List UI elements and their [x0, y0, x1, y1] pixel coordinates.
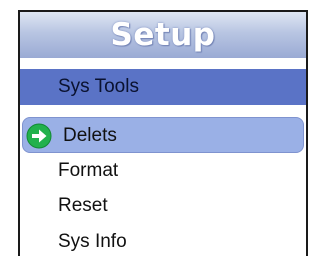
title-bar: Setup: [20, 12, 306, 58]
section-label: Sys Tools: [58, 76, 139, 97]
section-header: Sys Tools: [20, 69, 306, 105]
green-arrow-icon: [26, 123, 52, 149]
menu-item-reset[interactable]: Reset: [20, 188, 306, 224]
menu-item-delets[interactable]: Delets: [22, 117, 304, 153]
menu-item-label: Reset: [58, 195, 108, 216]
menu-item-label: Format: [58, 160, 119, 181]
menu-item-sys-info[interactable]: Sys Info: [20, 224, 306, 256]
menu-item-format[interactable]: Format: [20, 153, 306, 189]
menu-item-label: Delets: [63, 125, 117, 146]
page-title: Setup: [110, 17, 216, 53]
setup-screen: Setup Sys Tools Delets Format Reset Sys …: [18, 10, 308, 256]
menu-item-label: Sys Info: [58, 231, 127, 252]
